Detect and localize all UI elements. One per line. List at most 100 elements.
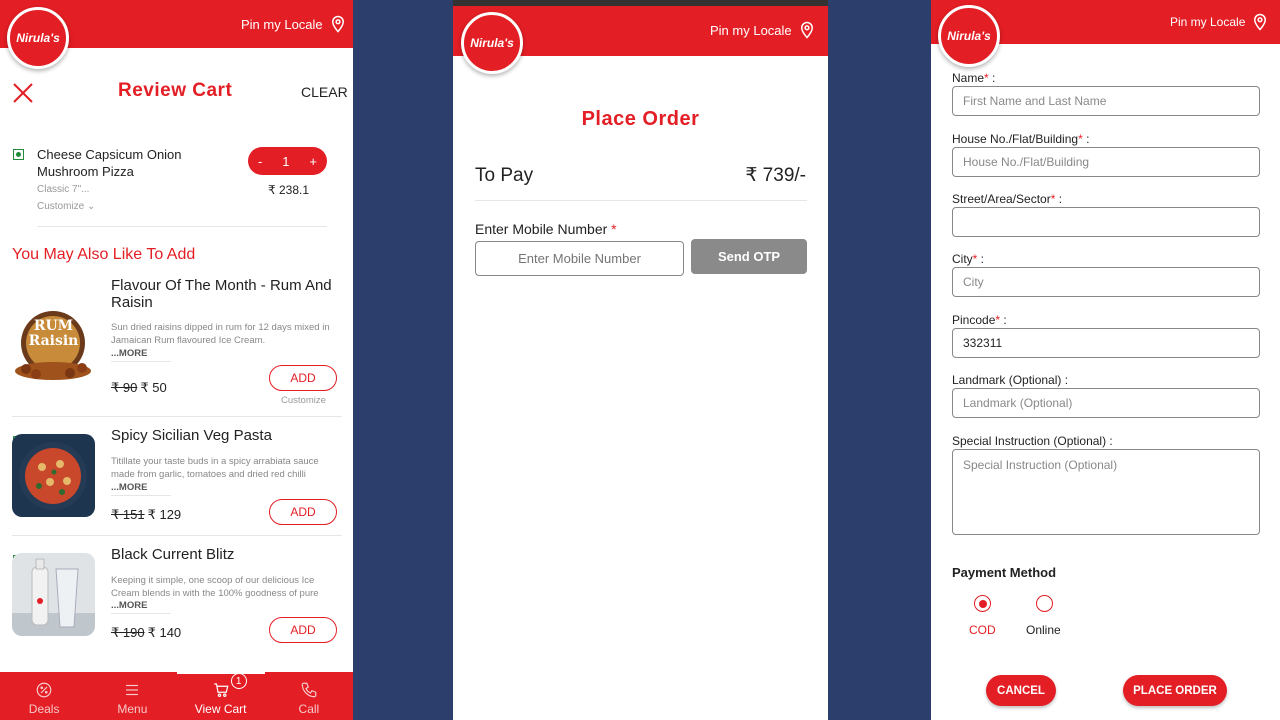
product-name: Black Current Blitz [111, 546, 235, 563]
cod-label: COD [969, 623, 996, 637]
pin-locale-button[interactable]: Pin my Locale [710, 21, 816, 39]
cod-radio[interactable] [974, 595, 991, 612]
cart-icon [213, 683, 229, 697]
divider [12, 535, 342, 536]
pin-locale-button[interactable]: Pin my Locale [1170, 13, 1269, 31]
bottom-navigation: Deals Menu 1 View Cart Call [0, 672, 353, 720]
nav-menu[interactable]: Menu [88, 672, 176, 720]
clear-cart-button[interactable]: CLEAR [301, 84, 348, 100]
decrement-button[interactable]: - [258, 154, 262, 169]
nav-view-cart-label: View Cart [194, 702, 247, 716]
street-label-text: Street/Area/Sector [952, 192, 1051, 206]
nav-call-label: Call [298, 702, 320, 716]
house-label: House No./Flat/Building* : [952, 132, 1089, 146]
active-tab-indicator [176, 672, 265, 674]
payment-method-title: Payment Method [952, 565, 1057, 580]
add-product-button[interactable]: ADD [269, 499, 337, 525]
map-pin-icon [331, 15, 344, 33]
address-form-screen: Nirula's Pin my Locale Name* : House No.… [931, 0, 1280, 720]
name-input[interactable] [952, 86, 1260, 116]
required-mark: * [611, 221, 617, 237]
product-description: Keeping it simple, one scoop of our deli… [111, 575, 319, 599]
product-image[interactable] [12, 434, 95, 517]
increment-button[interactable]: + [309, 154, 317, 169]
product-description: Titillate your taste buds in a spicy arr… [111, 456, 319, 480]
product-image-text: RUM Raisin [28, 318, 79, 349]
new-price: ₹ 50 [140, 380, 167, 395]
quantity-stepper: - 1 + [248, 147, 327, 175]
label-colon: : [988, 71, 996, 85]
nav-view-cart[interactable]: 1 View Cart [176, 672, 265, 720]
new-price: ₹ 129 [147, 507, 182, 522]
product-customize-link[interactable]: Customize [281, 395, 326, 406]
cart-item-price: ₹ 238.1 [268, 183, 309, 197]
send-otp-button[interactable]: Send OTP [691, 239, 807, 274]
online-radio[interactable] [1036, 595, 1053, 612]
map-pin-icon [800, 21, 813, 39]
street-label: Street/Area/Sector* : [952, 192, 1062, 206]
city-label: City* : [952, 252, 984, 266]
mobile-number-input[interactable] [475, 241, 684, 276]
add-product-button[interactable]: ADD [269, 617, 337, 643]
pin-locale-label: Pin my Locale [1170, 15, 1246, 29]
label-colon: : [977, 252, 985, 266]
close-icon[interactable] [12, 82, 34, 104]
place-order-button[interactable]: PLACE ORDER [1123, 675, 1227, 706]
city-input[interactable] [952, 267, 1260, 297]
cart-item-variant: Classic 7"... [37, 184, 90, 195]
instruction-label: Special Instruction (Optional) : [952, 434, 1113, 448]
product-more-link[interactable]: ...MORE [111, 600, 147, 611]
online-label: Online [1026, 623, 1061, 637]
name-label: Name* : [952, 71, 995, 85]
product-more-link[interactable]: ...MORE [111, 348, 147, 359]
label-colon: : [1082, 132, 1090, 146]
to-pay-amount: ₹ 739/- [745, 165, 806, 186]
add-product-button[interactable]: ADD [269, 365, 337, 391]
old-price: ₹ 151 [111, 507, 145, 522]
divider [111, 613, 171, 614]
product-more-link[interactable]: ...MORE [111, 482, 147, 493]
landmark-label: Landmark (Optional) : [952, 373, 1069, 387]
brand-logo[interactable]: Nirula's [461, 12, 523, 74]
nav-menu-label: Menu [117, 702, 148, 716]
milkshake-image [12, 558, 95, 636]
label-colon: : [1055, 192, 1063, 206]
street-input[interactable] [952, 207, 1260, 237]
new-price: ₹ 140 [147, 625, 182, 640]
pincode-input[interactable] [952, 328, 1260, 358]
divider [12, 416, 342, 417]
product-price: ₹ 90 ₹ 50 [111, 380, 167, 396]
discount-icon [36, 682, 52, 698]
map-pin-icon [1254, 13, 1267, 31]
product-name: Flavour Of The Month - Rum And Raisin [111, 277, 332, 311]
quantity-value: 1 [282, 153, 290, 169]
pin-locale-button[interactable]: Pin my Locale [241, 15, 347, 33]
divider [475, 200, 807, 201]
brand-logo[interactable]: Nirula's [938, 5, 1000, 67]
label-colon: : [1000, 313, 1007, 327]
place-order-screen: Nirula's Pin my Locale Place Order To Pa… [453, 0, 828, 720]
cart-count-badge: 1 [230, 673, 247, 689]
nav-deals[interactable]: Deals [0, 672, 88, 720]
divider [111, 495, 171, 496]
instruction-textarea[interactable] [952, 449, 1260, 535]
old-price: ₹ 190 [111, 625, 145, 640]
landmark-input[interactable] [952, 388, 1260, 418]
to-pay-label: To Pay [475, 165, 534, 186]
mobile-label-text: Enter Mobile Number [475, 221, 608, 237]
product-image[interactable] [12, 553, 95, 636]
product-price: ₹ 190 ₹ 140 [111, 625, 181, 641]
veg-indicator-icon [13, 149, 24, 160]
divider [111, 361, 171, 362]
pin-locale-label: Pin my Locale [710, 22, 792, 38]
mobile-number-label: Enter Mobile Number * [475, 221, 617, 237]
product-image[interactable]: RUM Raisin [12, 303, 95, 386]
brand-logo[interactable]: Nirula's [7, 7, 69, 69]
menu-icon [126, 684, 139, 696]
house-input[interactable] [952, 147, 1260, 177]
cart-item-customize-link[interactable]: Customize ⌄ [37, 201, 95, 212]
cancel-button[interactable]: CANCEL [986, 675, 1056, 706]
name-label-text: Name [952, 71, 985, 85]
phone-icon [301, 682, 317, 698]
nav-call[interactable]: Call [265, 672, 353, 720]
